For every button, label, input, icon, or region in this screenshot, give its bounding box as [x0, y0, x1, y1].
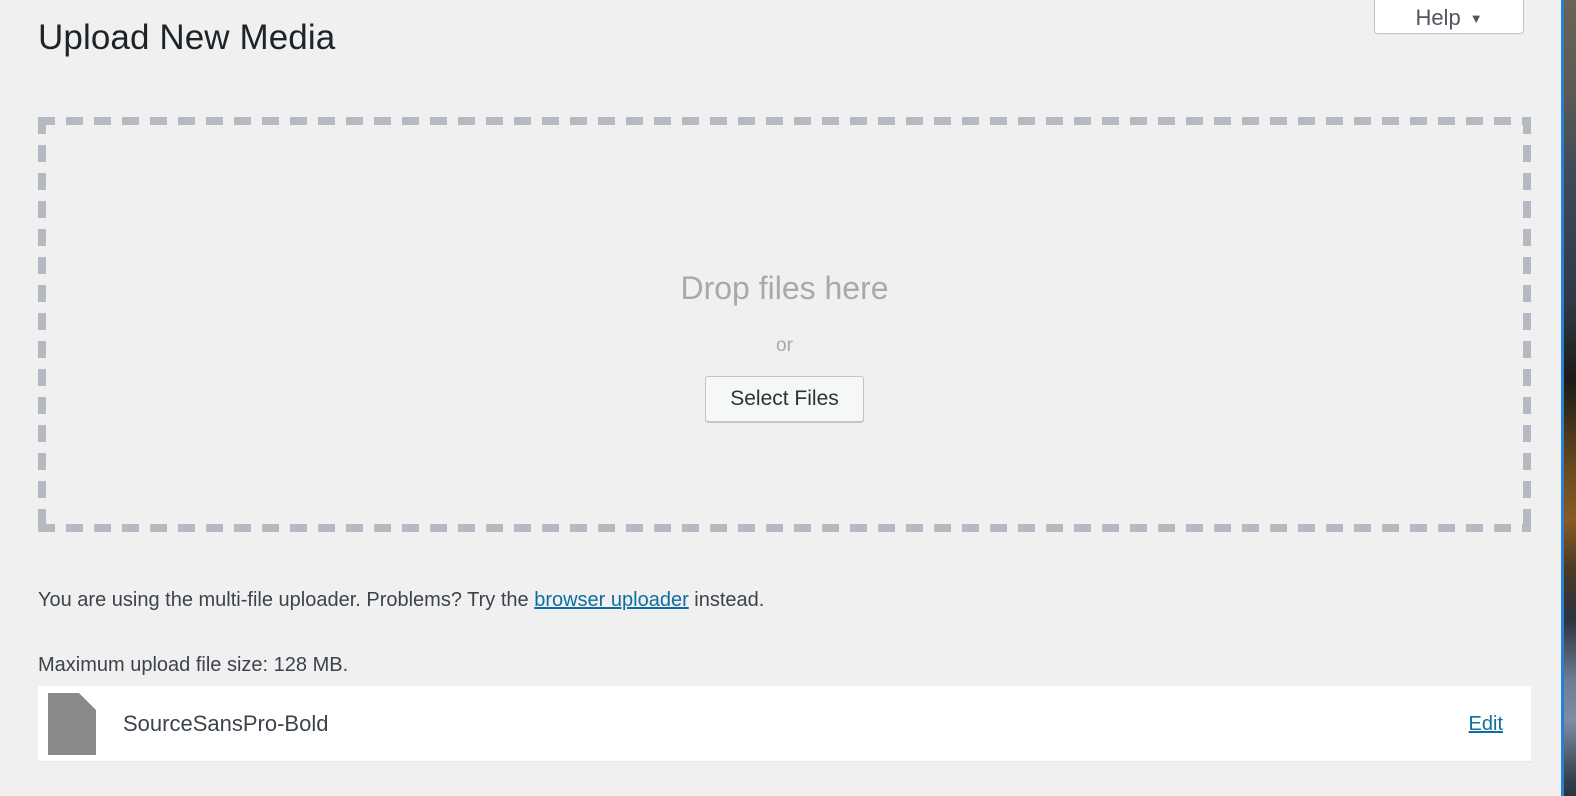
uploader-note-prefix: You are using the multi-file uploader. P…: [38, 589, 535, 611]
multi-file-uploader-note: You are using the multi-file uploader. P…: [38, 586, 764, 615]
media-item-edit-link[interactable]: Edit: [1469, 714, 1503, 734]
uploader-note-suffix: instead.: [688, 589, 765, 611]
uploaded-media-list: SourceSansPro-Bold Edit: [38, 686, 1531, 762]
file-document-icon: [48, 692, 96, 755]
desktop-background-sliver: [1564, 0, 1576, 796]
browser-uploader-link[interactable]: browser uploader: [534, 589, 689, 611]
media-item-filename: SourceSansPro-Bold: [123, 710, 329, 736]
chevron-down-icon: ▼: [1469, 11, 1483, 26]
help-tab-label: Help: [1415, 5, 1461, 30]
file-drop-zone[interactable]: Drop files here or Select Files: [38, 117, 1531, 532]
page-title: Upload New Media: [38, 18, 336, 57]
max-upload-size-note: Maximum upload file size: 128 MB.: [38, 654, 349, 676]
drop-files-here-text: Drop files here: [680, 270, 889, 306]
help-tab-button[interactable]: Help ▼: [1374, 0, 1524, 34]
select-files-button[interactable]: Select Files: [705, 376, 864, 423]
media-item-row: SourceSansPro-Bold Edit: [38, 686, 1531, 762]
window-edge-highlight: [1561, 0, 1564, 796]
admin-content-area: Help ▼ Upload New Media Drop files here …: [0, 0, 1565, 796]
drop-zone-content: Drop files here or Select Files: [38, 269, 1531, 423]
or-separator-text: or: [776, 335, 793, 357]
help-tab-inner: Help ▼: [1415, 7, 1482, 29]
